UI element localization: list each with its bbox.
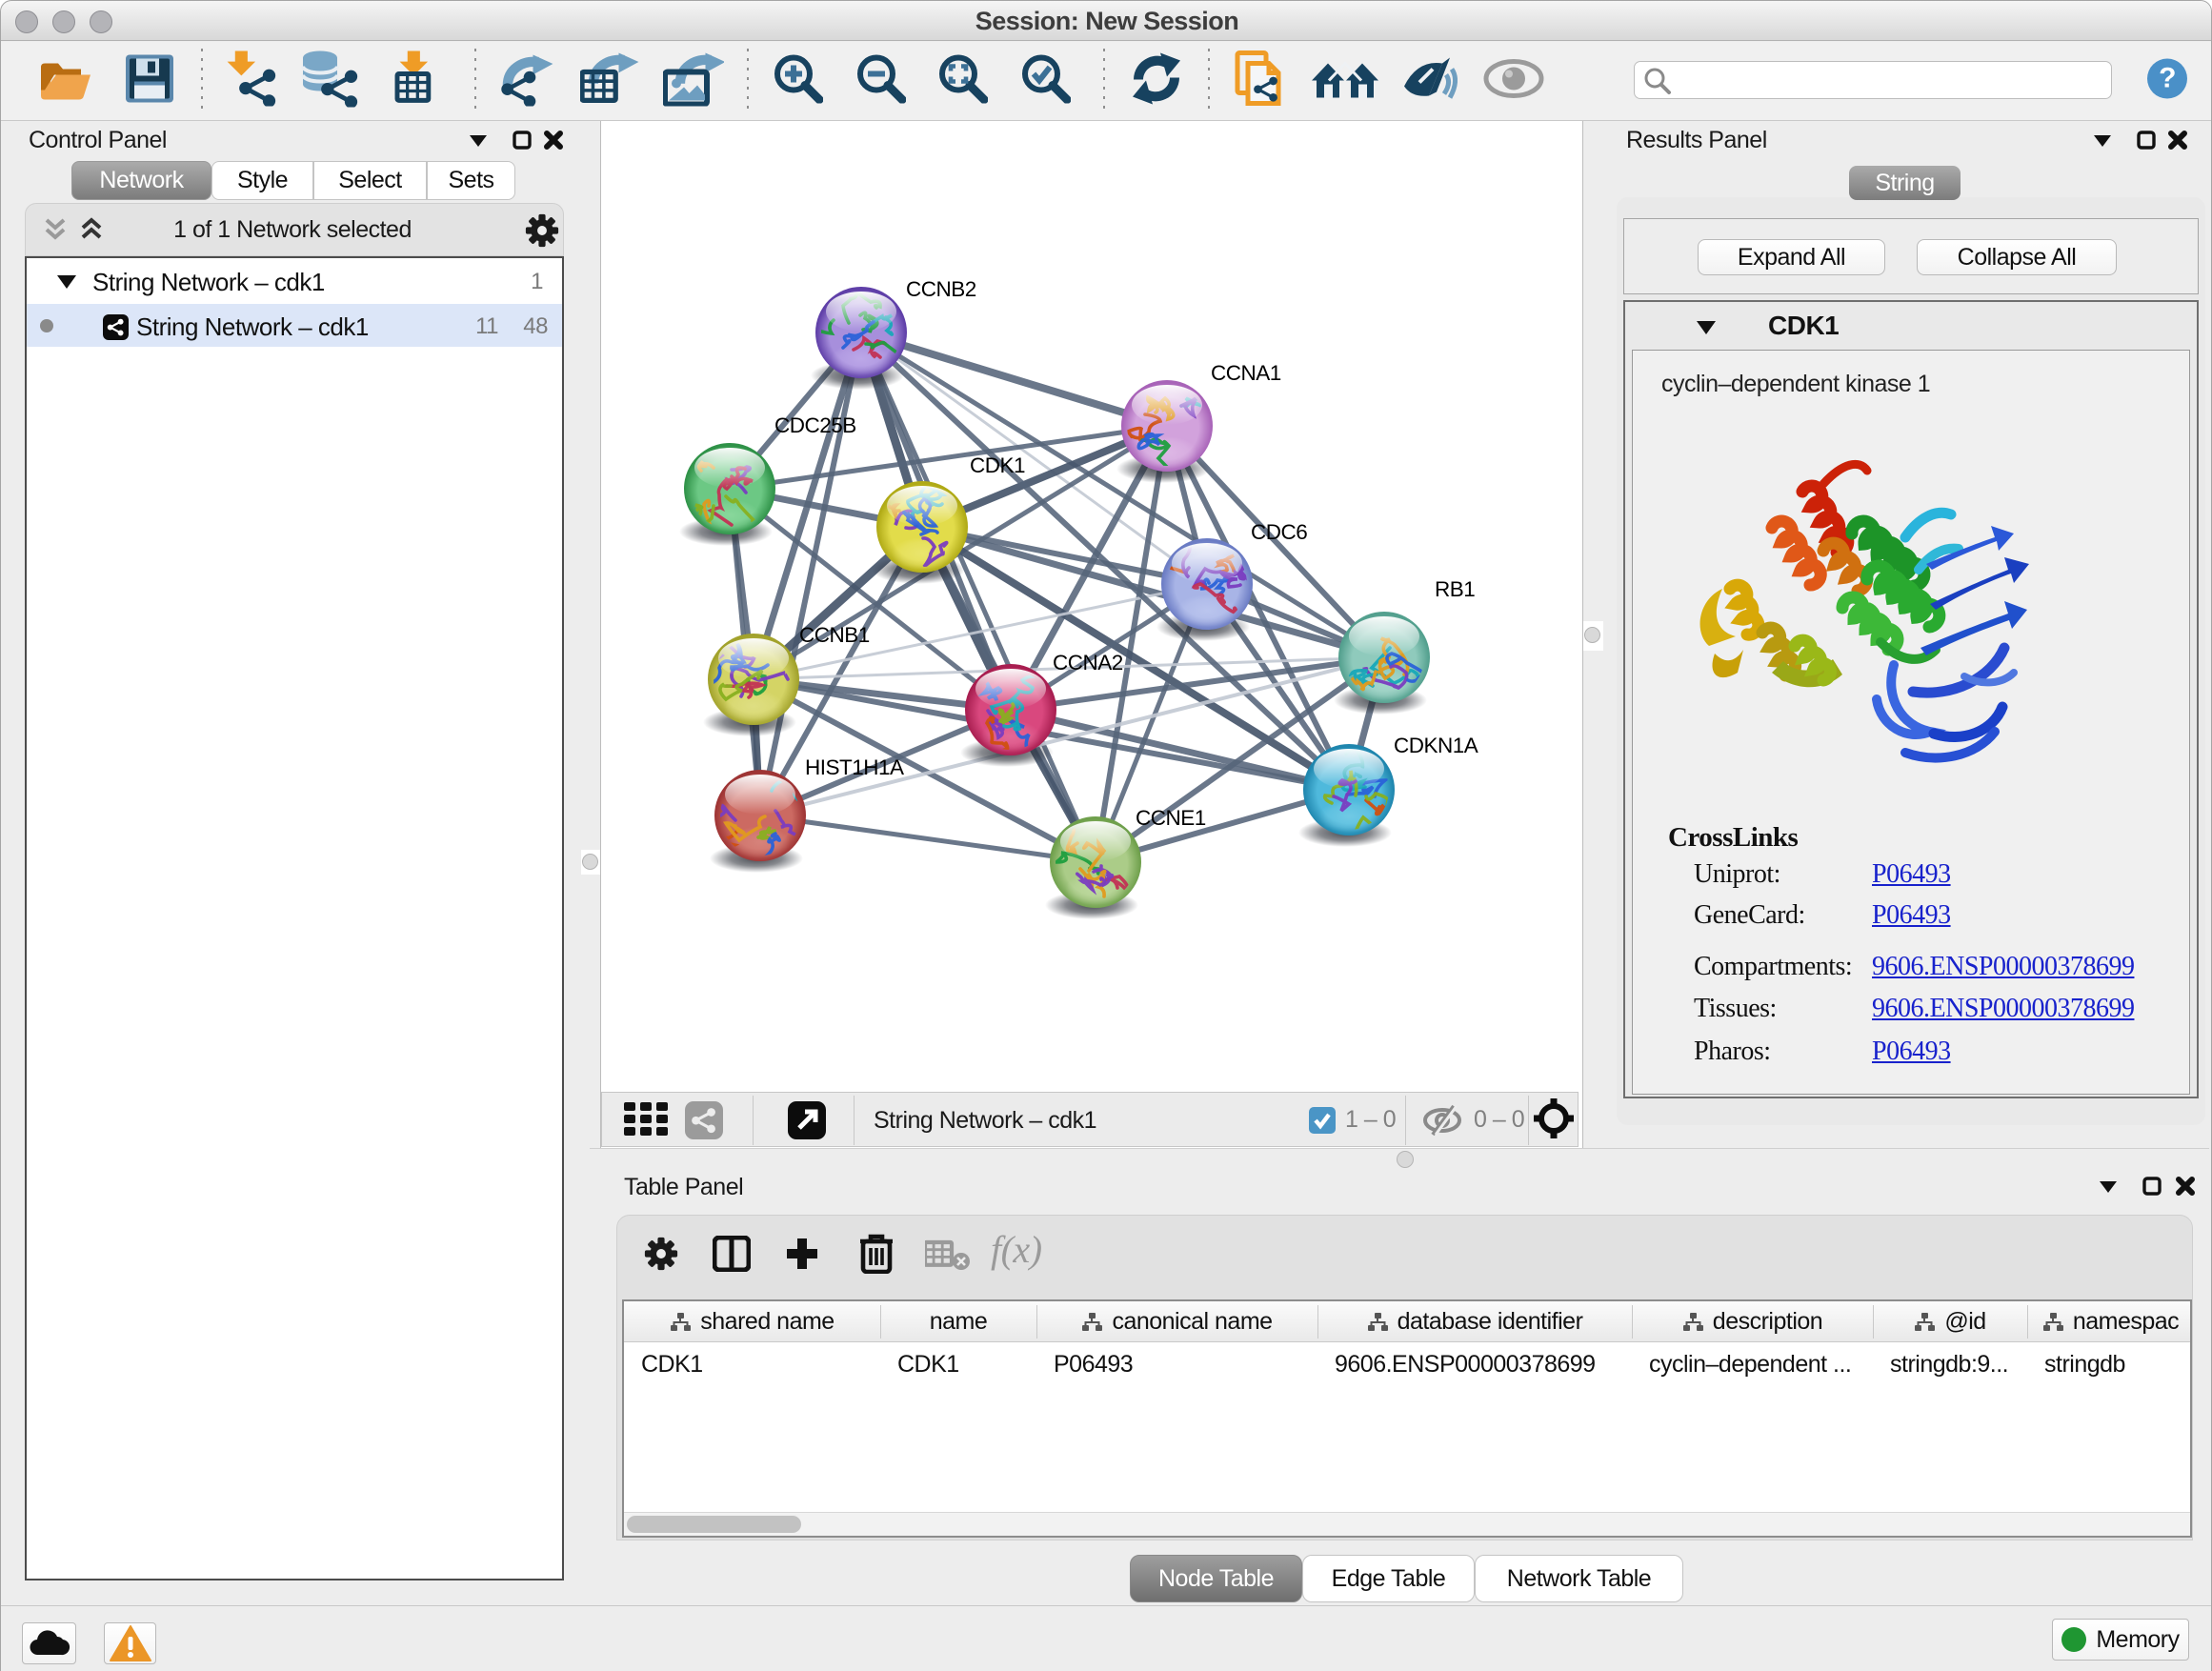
svg-text:CCNB2: CCNB2 — [906, 277, 976, 301]
svg-text:CCNB1: CCNB1 — [799, 623, 870, 647]
svg-text:CCNA2: CCNA2 — [1053, 651, 1123, 674]
svg-text:CDKN1A: CDKN1A — [1394, 734, 1478, 757]
svg-text:CDC25B: CDC25B — [774, 413, 856, 437]
svg-text:CDK1: CDK1 — [970, 453, 1025, 477]
svg-text:HIST1H1A: HIST1H1A — [805, 755, 904, 779]
svg-text:CCNA1: CCNA1 — [1211, 361, 1281, 385]
svg-text:?: ? — [2159, 63, 2176, 94]
svg-text:CDC6: CDC6 — [1251, 520, 1307, 544]
svg-text:RB1: RB1 — [1435, 577, 1475, 601]
svg-text:CCNE1: CCNE1 — [1136, 806, 1206, 830]
